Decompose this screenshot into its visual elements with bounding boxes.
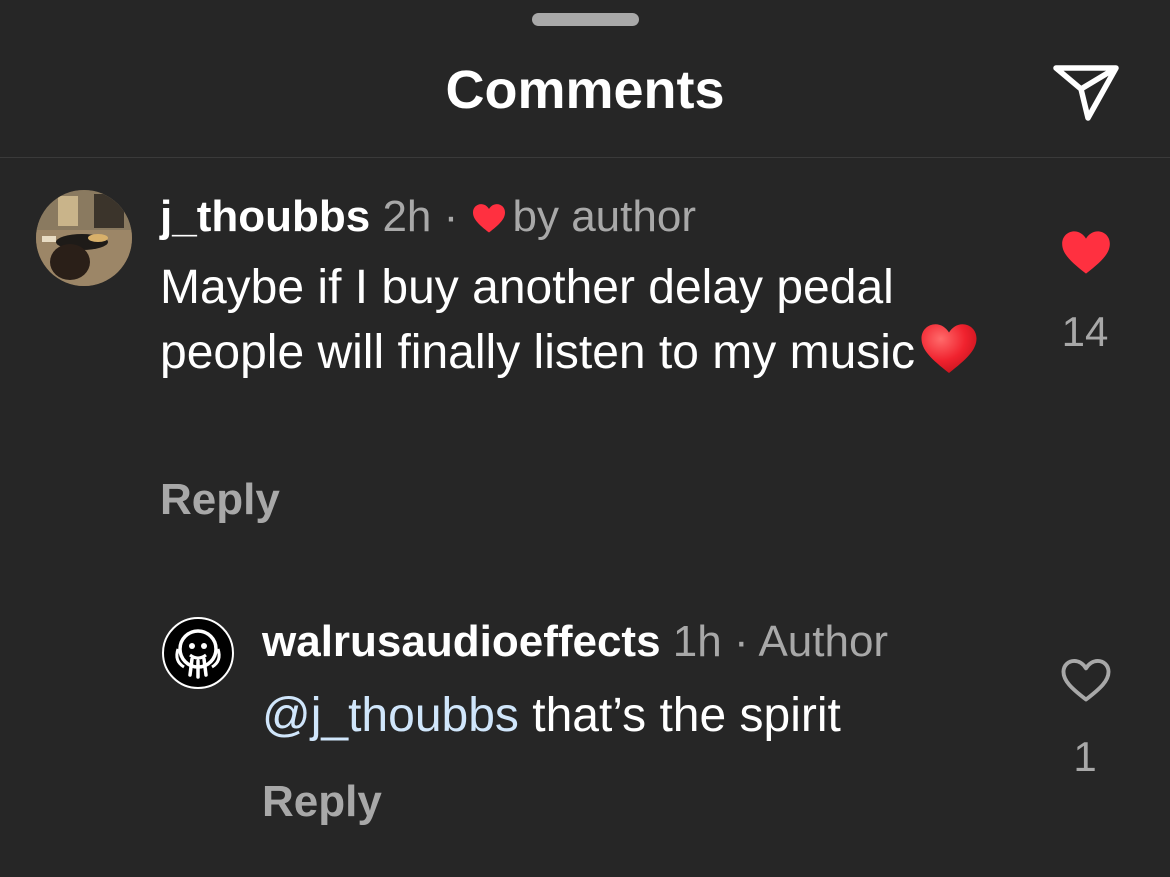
- heart-filled-icon[interactable]: [1060, 228, 1112, 278]
- comment-meta: j_thoubbs 2h · by author: [160, 190, 696, 247]
- avatar[interactable]: [36, 190, 132, 286]
- sheet-grabber[interactable]: [532, 13, 639, 26]
- by-author-badge: by author: [512, 192, 696, 241]
- comment-username[interactable]: j_thoubbs: [160, 192, 370, 241]
- comments-sheet: Comments j_thoubbs 2h · by author Maybe …: [0, 0, 1170, 877]
- comment-time: 2h: [382, 192, 432, 241]
- reply-button[interactable]: Reply: [262, 775, 382, 829]
- meta-separator: ·: [443, 192, 459, 241]
- comment-text: @j_thoubbs that’s the spirit: [262, 684, 841, 748]
- page-title: Comments: [445, 60, 725, 120]
- comment-text: Maybe if I buy another delay pedal peopl…: [160, 256, 1020, 393]
- avatar[interactable]: [162, 617, 234, 689]
- comment-meta: walrusaudioeffects 1h · Author: [262, 615, 888, 669]
- paper-plane-icon[interactable]: [1050, 58, 1122, 124]
- meta-separator: ·: [733, 617, 749, 666]
- mention-link[interactable]: @j_thoubbs: [262, 689, 519, 742]
- comment-body: Maybe if I buy another delay pedal peopl…: [160, 261, 915, 379]
- comment-body: that’s the spirit: [518, 689, 841, 742]
- reply-button[interactable]: Reply: [160, 473, 280, 527]
- comment-time: 1h: [672, 617, 722, 666]
- heart-icon: [471, 193, 507, 247]
- heart-outline-icon[interactable]: [1060, 656, 1112, 706]
- header-divider: [0, 157, 1170, 158]
- like-count: 1: [1073, 733, 1097, 780]
- like-count: 14: [1061, 308, 1109, 355]
- author-badge: Author: [758, 617, 889, 666]
- comment-username[interactable]: walrusaudioeffects: [262, 617, 661, 666]
- red-heart-emoji: [919, 320, 979, 393]
